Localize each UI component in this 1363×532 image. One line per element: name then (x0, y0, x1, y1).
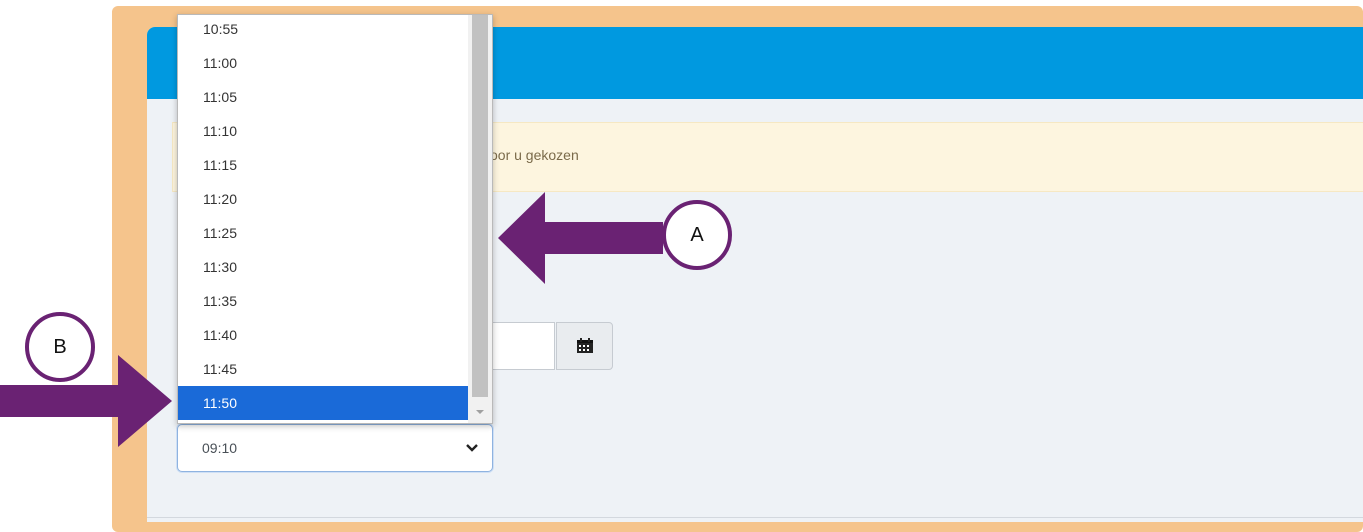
annotation-arrow-a (498, 192, 663, 284)
panel-divider (147, 517, 1363, 518)
calendar-icon (576, 338, 593, 353)
time-dropdown-list[interactable]: 10:55 11:00 11:05 11:10 11:15 11:20 11:25 11:30… (177, 14, 493, 424)
calendar-button[interactable] (556, 322, 613, 370)
callout-b-label: B (53, 335, 67, 358)
time-option[interactable]: 11:05 (178, 80, 468, 114)
time-option[interactable]: 11:25 (178, 216, 468, 250)
time-option[interactable]: 11:50 (178, 386, 468, 420)
time-select-value: 09:10 (202, 440, 238, 456)
scroll-down-arrow-icon[interactable] (473, 407, 487, 417)
time-option[interactable]: 11:35 (178, 284, 468, 318)
scrollbar-thumb[interactable] (472, 15, 488, 397)
time-option[interactable]: 11:10 (178, 114, 468, 148)
time-option[interactable]: 11:40 (178, 318, 468, 352)
time-option[interactable]: 11:45 (178, 352, 468, 386)
time-option[interactable]: 11:20 (178, 182, 468, 216)
scrollbar-track[interactable] (468, 15, 492, 423)
callout-a: A (662, 200, 732, 270)
time-option[interactable]: 10:55 (178, 15, 468, 46)
time-select[interactable]: 09:10 (177, 424, 493, 472)
time-option[interactable]: 11:30 (178, 250, 468, 284)
alert-text: voor u gekozen (483, 147, 579, 163)
chevron-down-icon (466, 444, 478, 452)
time-option[interactable]: 11:00 (178, 46, 468, 80)
callout-a-label: A (690, 223, 704, 246)
callout-b: B (25, 312, 95, 382)
time-option[interactable]: 11:15 (178, 148, 468, 182)
